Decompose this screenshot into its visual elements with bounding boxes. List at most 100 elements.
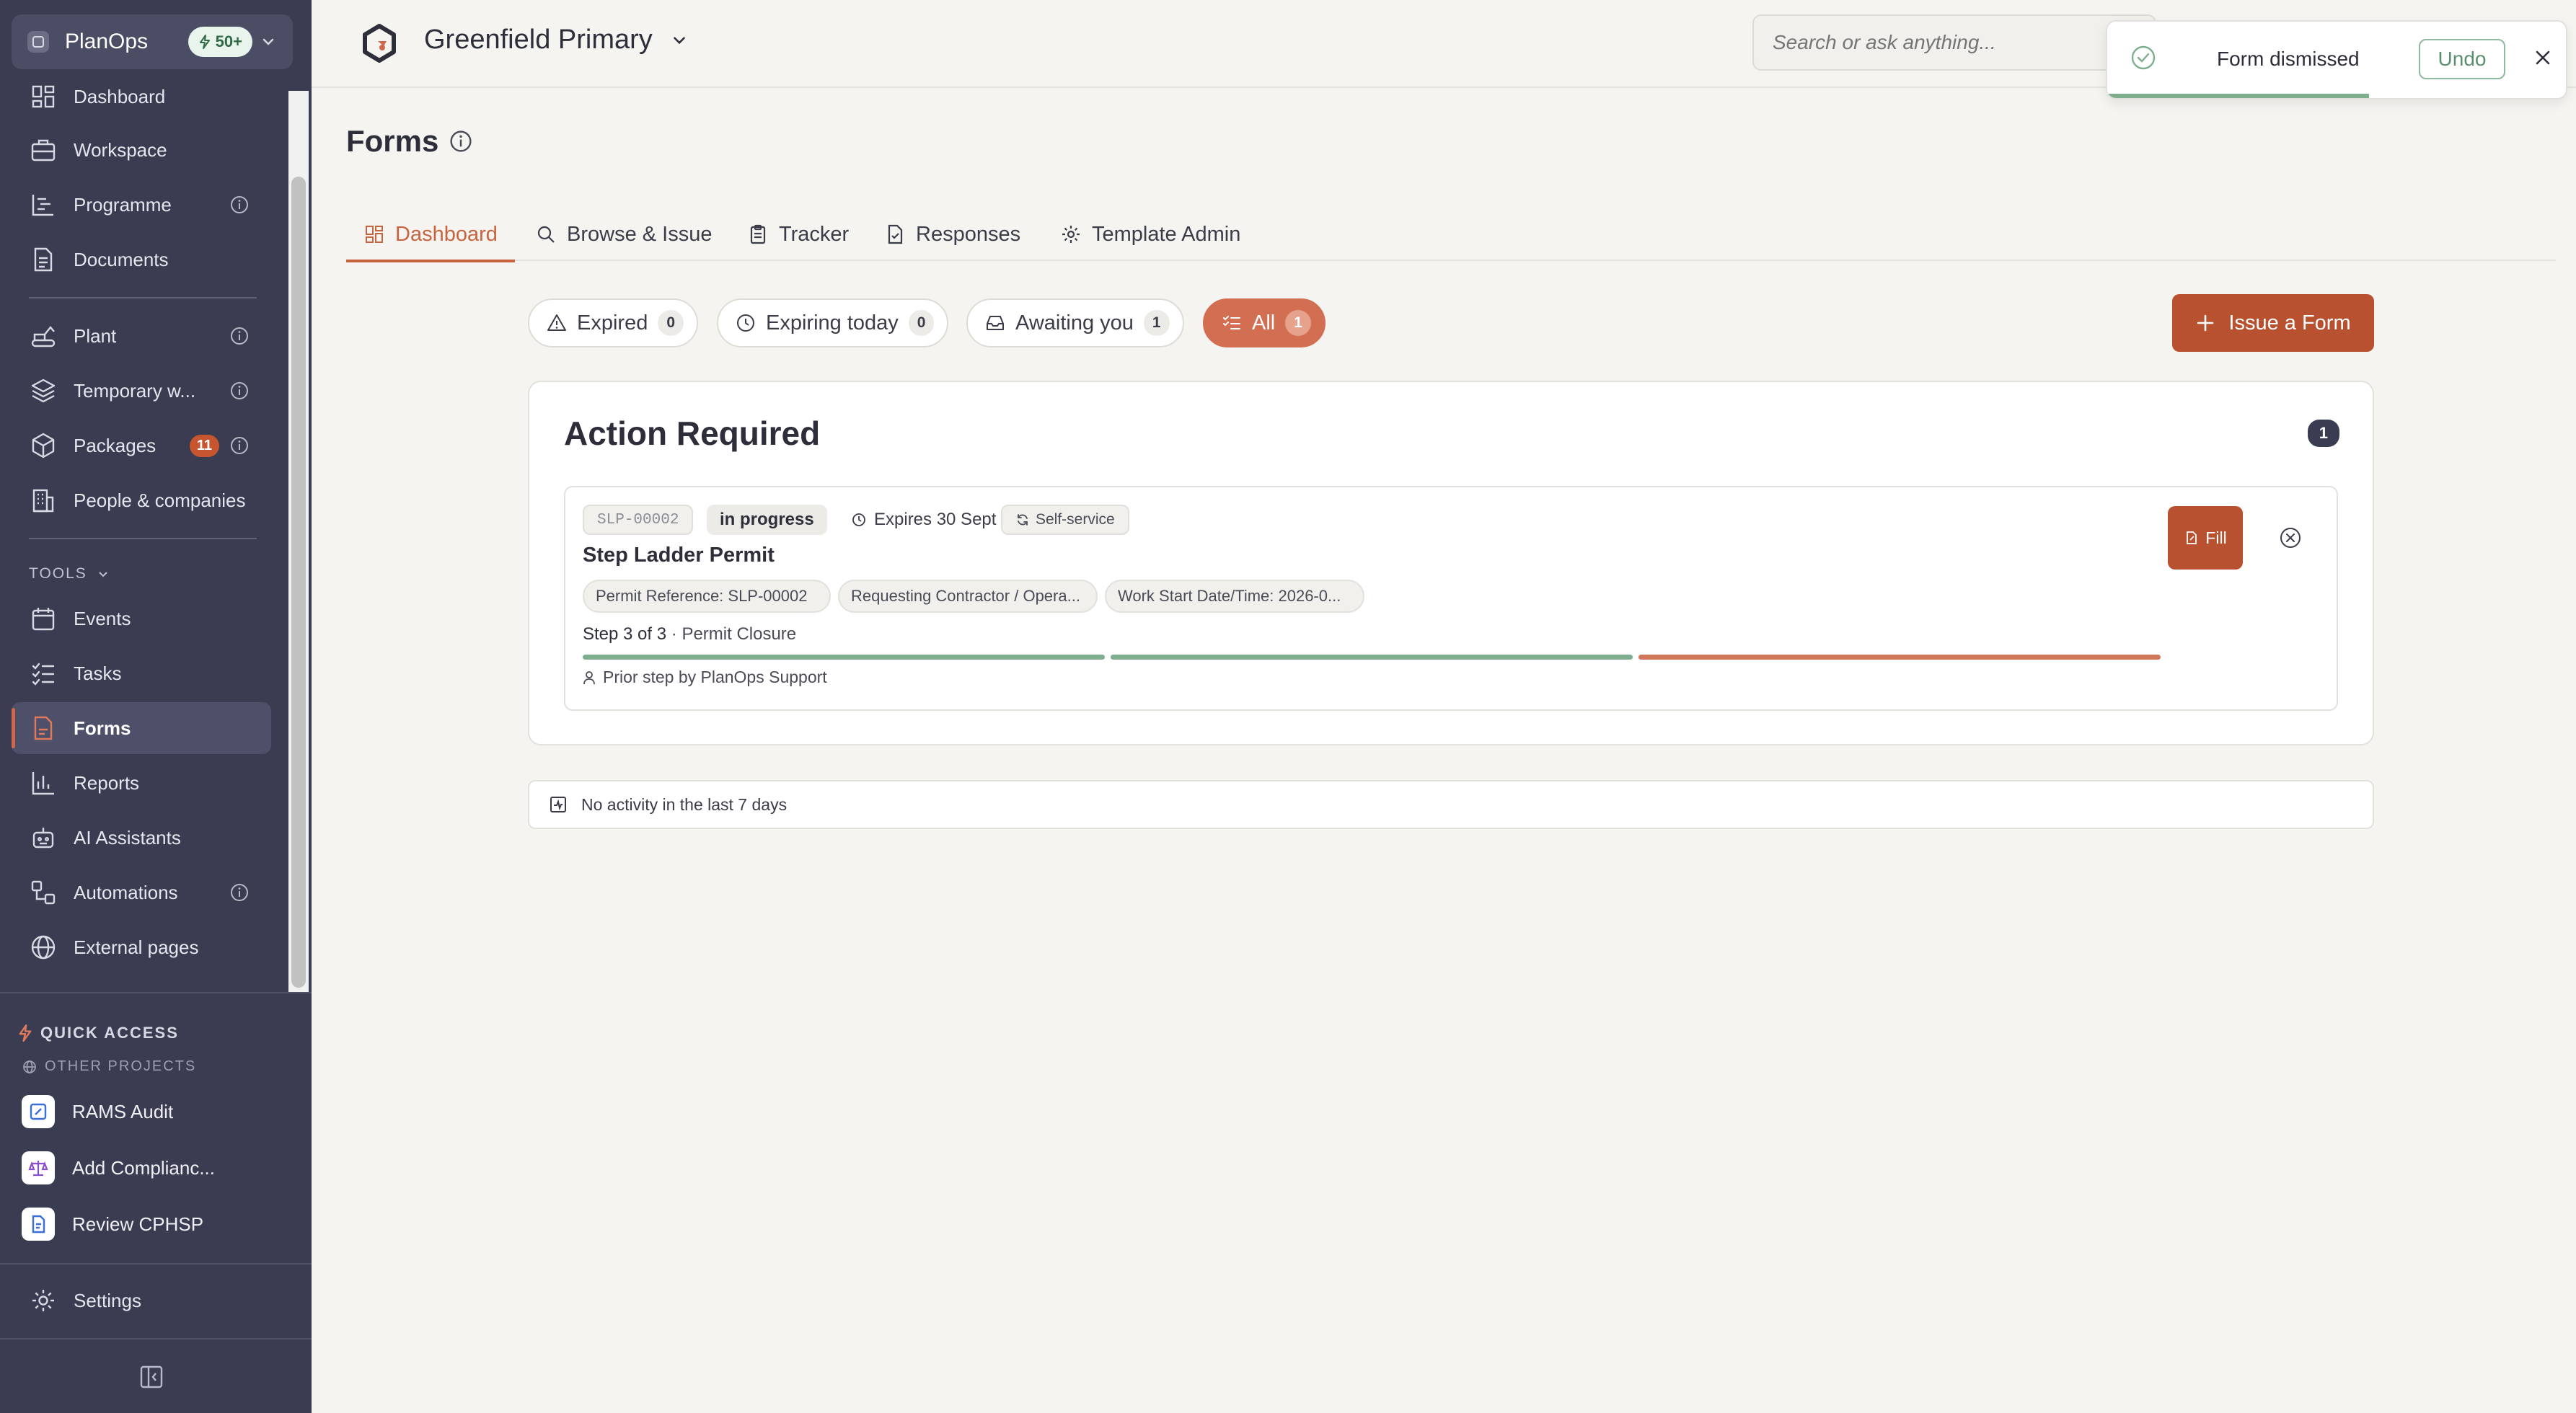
app-logo[interactable]	[358, 22, 401, 65]
sidebar-item-people-companies[interactable]: People & companies	[12, 474, 271, 526]
sidebar-item-events[interactable]: Events	[12, 593, 271, 645]
sidebar-item-forms[interactable]: Forms	[12, 702, 271, 754]
sidebar-item-dashboard[interactable]: Dashboard	[12, 71, 271, 123]
search-box[interactable]	[1752, 14, 2156, 71]
sidebar-item-programme[interactable]: Programme	[12, 179, 271, 231]
search-icon	[537, 226, 555, 243]
panel-title: Action Required	[564, 415, 821, 452]
project-name: Greenfield Primary	[424, 25, 653, 55]
robot-icon	[32, 828, 54, 849]
info-icon[interactable]	[449, 129, 473, 154]
sidebar: PlanOps 50+ Dashboard Workspace Programm…	[0, 0, 312, 1413]
filter-label: Awaiting you	[1015, 311, 1134, 335]
sidebar-divider	[0, 1263, 312, 1264]
filter-expiring-today[interactable]: Expiring today 0	[717, 298, 949, 347]
other-projects-label: OTHER PROJECTS	[45, 1058, 197, 1074]
tab-browse-issue[interactable]: Browse & Issue	[535, 209, 712, 260]
forms-tabs: Dashboard Browse & Issue Tracker Respons…	[346, 202, 2556, 262]
info-icon[interactable]	[229, 882, 250, 903]
fill-button[interactable]: Fill	[2168, 506, 2243, 570]
chevron-down-icon	[673, 36, 685, 44]
sidebar-item-label: Automations	[74, 881, 178, 903]
tab-label: Dashboard	[395, 222, 498, 246]
checklist-icon	[32, 663, 55, 686]
sidebar-item-ai-assistants[interactable]: AI Assistants	[12, 812, 271, 864]
tab-responses[interactable]: Responses	[884, 209, 1020, 260]
activity-icon	[550, 797, 566, 812]
tab-label: Responses	[916, 222, 1021, 246]
sidebar-item-tasks[interactable]: Tasks	[12, 647, 271, 699]
project-link-label: Add Complianc...	[72, 1156, 215, 1179]
chevron-down-icon	[263, 38, 274, 45]
quick-access-label: QUICK ACCESS	[40, 1024, 179, 1042]
check-circle-icon	[2131, 45, 2156, 70]
tab-label: Browse & Issue	[567, 222, 713, 246]
filter-count: 0	[908, 310, 935, 336]
sidebar-item-reports[interactable]: Reports	[12, 757, 271, 809]
filter-count: 1	[1285, 310, 1311, 336]
other-projects-heading: OTHER PROJECTS	[22, 1058, 196, 1075]
info-icon[interactable]	[229, 326, 250, 346]
sidebar-item-temporary-works[interactable]: Temporary w...	[12, 365, 271, 417]
sidebar-item-label: Reports	[74, 771, 140, 794]
issue-form-button[interactable]: Issue a Form	[2172, 294, 2374, 352]
field-tag: Permit Reference: SLP-00002	[583, 580, 831, 613]
step-progress-segment	[1111, 655, 1633, 660]
sidebar-item-label: Plant	[74, 324, 117, 347]
sidebar-divider	[0, 992, 312, 993]
project-link-review-cphsp[interactable]: Review CPHSP	[22, 1202, 203, 1246]
dismiss-icon[interactable]	[2277, 525, 2303, 551]
edit-document-icon	[2187, 531, 2197, 544]
sidebar-scrollbar-thumb[interactable]	[291, 177, 306, 988]
packages-count-badge: 11	[189, 434, 219, 457]
scale-icon	[22, 1151, 55, 1184]
expiry-label: Expires 30 Sept	[842, 505, 1005, 535]
toast-notification: Form dismissed Undo	[2106, 20, 2567, 99]
project-link-rams-audit[interactable]: RAMS Audit	[22, 1090, 173, 1133]
page-title-text: Forms	[346, 124, 439, 158]
sidebar-item-label: Dashboard	[74, 85, 166, 107]
sidebar-item-workspace[interactable]: Workspace	[12, 124, 271, 176]
step-number: Step 3 of 3	[583, 624, 667, 644]
tab-template-admin[interactable]: Template Admin	[1060, 209, 1240, 260]
list-icon	[1223, 316, 1240, 329]
info-icon[interactable]	[229, 381, 250, 401]
info-icon[interactable]	[229, 435, 250, 456]
filter-awaiting-you[interactable]: Awaiting you 1	[966, 298, 1184, 347]
filter-all[interactable]: All 1	[1203, 298, 1326, 347]
search-input[interactable]	[1773, 31, 2136, 54]
filter-label: All	[1252, 311, 1276, 335]
project-switcher[interactable]: Greenfield Primary	[424, 25, 689, 56]
org-switcher[interactable]: PlanOps 50+	[12, 14, 293, 69]
tab-tracker[interactable]: Tracker	[747, 209, 849, 260]
notification-badge[interactable]: 50+	[188, 27, 252, 57]
filter-expired[interactable]: Expired 0	[528, 298, 699, 347]
form-card[interactable]: SLP-00002 in progress Expires 30 Sept Se…	[564, 486, 2338, 711]
info-icon[interactable]	[229, 195, 250, 215]
sidebar-item-plant[interactable]: Plant	[12, 310, 271, 362]
project-link-add-compliance[interactable]: Add Complianc...	[22, 1146, 215, 1190]
bolt-icon	[19, 1024, 32, 1042]
tools-section-toggle[interactable]: TOOLS	[29, 565, 110, 583]
tab-label: Tracker	[779, 222, 850, 246]
sidebar-item-documents[interactable]: Documents	[12, 234, 271, 285]
sidebar-item-label: Temporary w...	[74, 379, 196, 402]
sidebar-item-external-pages[interactable]: External pages	[12, 921, 271, 973]
quick-access-heading: QUICK ACCESS	[17, 1024, 179, 1042]
sidebar-item-label: Workspace	[74, 138, 167, 161]
collapse-sidebar-icon[interactable]	[138, 1364, 164, 1390]
close-icon[interactable]	[2530, 45, 2556, 71]
calendar-icon	[32, 608, 55, 631]
layers-icon	[31, 378, 56, 403]
status-badge: in progress	[707, 505, 827, 535]
tab-dashboard[interactable]: Dashboard	[346, 209, 515, 262]
sidebar-item-automations[interactable]: Automations	[12, 867, 271, 918]
sidebar-item-settings[interactable]: Settings	[12, 1275, 271, 1326]
issue-form-button-label: Issue a Form	[2228, 311, 2351, 335]
undo-button[interactable]: Undo	[2419, 39, 2505, 79]
project-link-label: Review CPHSP	[72, 1213, 204, 1235]
org-logo	[27, 31, 49, 53]
sidebar-item-label: Documents	[74, 248, 169, 270]
sidebar-divider	[29, 297, 257, 298]
sidebar-item-packages[interactable]: Packages 11	[12, 420, 271, 471]
